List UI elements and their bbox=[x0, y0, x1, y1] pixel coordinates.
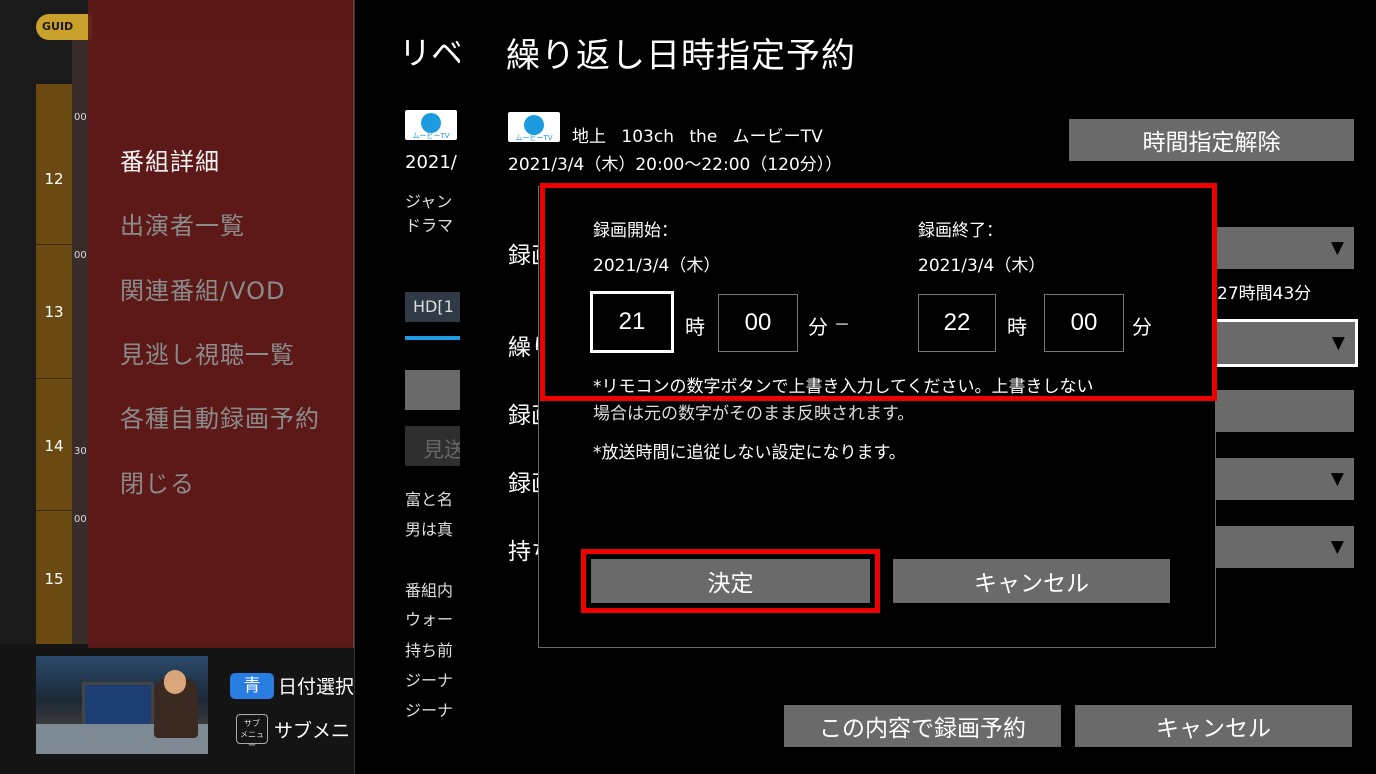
detail-description: 富と名 bbox=[405, 490, 454, 509]
detail-content: ウォー bbox=[405, 610, 454, 629]
menu-item-auto-record[interactable]: 各種自動録画予約 bbox=[120, 399, 320, 434]
hour-label: 15 bbox=[44, 570, 64, 588]
hour-label: 12 bbox=[44, 170, 64, 188]
record-target-dropdown[interactable]: ▼ bbox=[1200, 227, 1354, 269]
detail-title: リベ bbox=[399, 34, 461, 72]
minute-label: 30 bbox=[74, 446, 87, 457]
end-hour-input[interactable] bbox=[918, 294, 996, 352]
side-menu bbox=[88, 0, 354, 648]
hd-tab[interactable]: HD[1 bbox=[405, 292, 461, 322]
end-date: 2021/3/4（木） bbox=[918, 256, 1046, 276]
minute-unit: 分 bbox=[1132, 315, 1152, 339]
record-quality-dropdown[interactable]: ▼ bbox=[1200, 458, 1354, 500]
detail-action-button[interactable] bbox=[405, 370, 461, 410]
detail-genre: ジャン bbox=[405, 192, 453, 211]
channel-logo-icon: ムービーTV bbox=[405, 110, 457, 140]
popup-cancel-button[interactable]: キャンセル bbox=[893, 559, 1170, 603]
program-detail-panel: リベ ムービーTV 2021/ ジャン ドラマ HD[1 見送 富と名 男は真 … bbox=[354, 0, 461, 774]
follow-note: *放送時間に追従しない設定になります。 bbox=[593, 443, 906, 463]
hour-label: 13 bbox=[44, 303, 64, 321]
hour-unit: 時 bbox=[1007, 315, 1027, 339]
detail-genre-value: ドラマ bbox=[405, 216, 454, 235]
menu-item-program-detail[interactable]: 番組詳細 bbox=[120, 142, 220, 177]
dialog-cancel-button[interactable]: キャンセル bbox=[1075, 705, 1352, 747]
menu-item-related-vod[interactable]: 関連番組/VOD bbox=[120, 271, 285, 306]
channel-info: 地上 103ch the ムービーTV bbox=[572, 127, 823, 147]
record-mode-dropdown[interactable] bbox=[1200, 390, 1354, 432]
detail-description: 男は真 bbox=[405, 520, 454, 539]
skip-button[interactable]: 見送 bbox=[405, 426, 461, 466]
detail-content: ジーナ bbox=[405, 701, 454, 720]
start-minute-input[interactable] bbox=[718, 294, 798, 352]
blue-key-icon[interactable]: 青 bbox=[230, 673, 274, 699]
end-minute-input[interactable] bbox=[1044, 294, 1124, 352]
menu-item-close[interactable]: 閉じる bbox=[120, 464, 195, 499]
tab-indicator bbox=[405, 336, 461, 340]
broadcast-date: 2021/3/4（木）20:00〜22:00（120分）） bbox=[508, 155, 843, 175]
range-dash: － bbox=[834, 315, 851, 334]
start-hour-input[interactable] bbox=[590, 291, 674, 353]
reserve-button[interactable]: この内容で録画予約 bbox=[784, 705, 1061, 747]
triangle-down-icon: ▼ bbox=[1331, 333, 1345, 353]
hour-unit: 時 bbox=[685, 315, 705, 339]
hour-label: 14 bbox=[44, 437, 64, 455]
submenu-label: サブメニ bbox=[274, 720, 351, 742]
start-label: 録画開始： bbox=[593, 221, 678, 241]
date-select-label: 日付選択 bbox=[278, 676, 355, 698]
detail-date: 2021/ bbox=[405, 152, 457, 173]
hour-divider bbox=[36, 244, 72, 245]
preview-thumbnail bbox=[36, 656, 208, 754]
start-date: 2021/3/4（木） bbox=[593, 256, 721, 276]
minute-label: 00 bbox=[74, 112, 87, 123]
minute-label: 00 bbox=[74, 514, 87, 525]
guide-logo: GUID bbox=[36, 14, 92, 40]
dialog-title: 繰り返し日時指定予約 bbox=[506, 36, 856, 76]
logo-text: ムービーTV bbox=[515, 134, 553, 142]
triangle-down-icon: ▼ bbox=[1330, 238, 1344, 258]
minute-label: 00 bbox=[74, 250, 87, 261]
submenu-key-line: サブ bbox=[244, 719, 260, 728]
submenu-key-icon[interactable]: サブ メニュー bbox=[236, 714, 268, 750]
triangle-down-icon: ▼ bbox=[1330, 469, 1344, 489]
time-column bbox=[36, 84, 72, 644]
triangle-down-icon: ▼ bbox=[1330, 537, 1344, 557]
menu-item-missed-viewing[interactable]: 見逃し視聴一覧 bbox=[120, 335, 295, 370]
hd-tab-label: HD[1 bbox=[413, 297, 454, 316]
skip-button-label: 見送 bbox=[423, 438, 461, 462]
clear-time-button[interactable]: 時間指定解除 bbox=[1069, 119, 1354, 161]
minute-unit: 分 bbox=[808, 315, 828, 339]
detail-content: 番組内 bbox=[405, 581, 454, 600]
repeat-dropdown[interactable]: ▼ bbox=[1200, 319, 1358, 367]
hour-divider bbox=[36, 510, 72, 511]
hour-divider bbox=[36, 378, 72, 379]
input-note: 場合は元の数字がそのまま反映されます。 bbox=[593, 404, 915, 424]
menu-item-cast-list[interactable]: 出演者一覧 bbox=[120, 206, 245, 241]
input-note: *リモコンの数字ボタンで上書き入力してください。上書きしない bbox=[593, 377, 1094, 397]
channel-logo-icon: ムービーTV bbox=[508, 112, 560, 142]
carry-out-dropdown[interactable]: ▼ bbox=[1200, 526, 1354, 568]
logo-text: ムービーTV bbox=[412, 132, 450, 140]
ok-button[interactable]: 決定 bbox=[591, 559, 870, 603]
detail-content: ジーナ bbox=[405, 671, 454, 690]
submenu-key-line: メニュー bbox=[240, 730, 264, 750]
detail-content: 持ち前 bbox=[405, 641, 454, 660]
end-label: 録画終了： bbox=[918, 221, 1003, 241]
